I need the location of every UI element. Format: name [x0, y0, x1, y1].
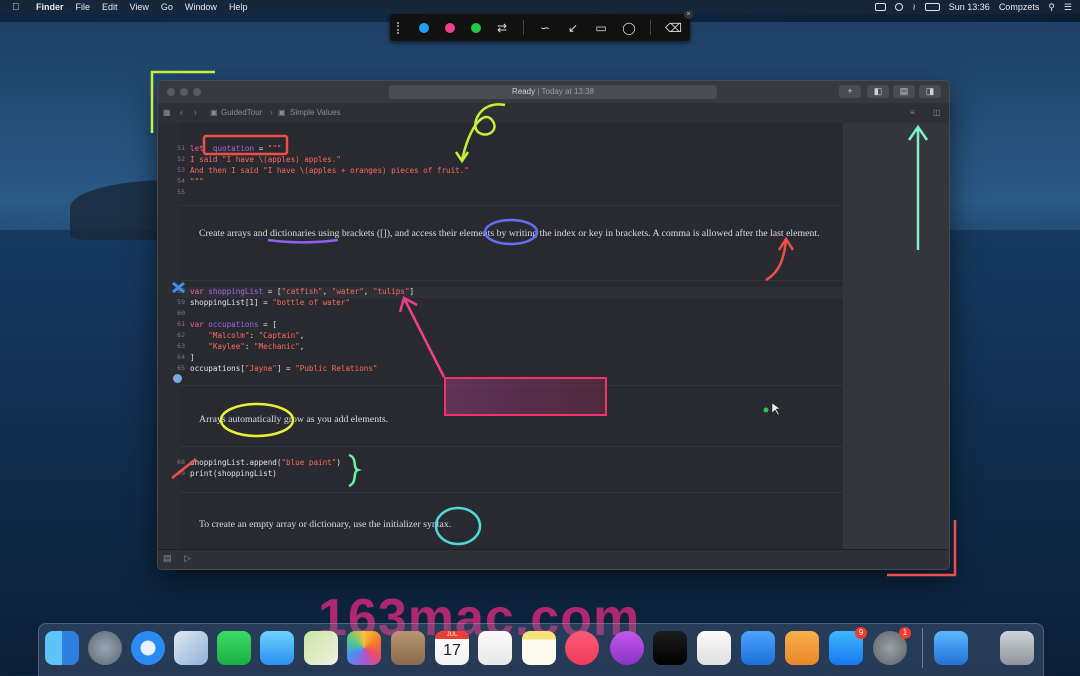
contacts-icon[interactable] — [391, 631, 425, 665]
brace-mark — [348, 453, 362, 488]
safari-icon[interactable] — [131, 631, 165, 665]
calendar-month: JUL — [435, 631, 469, 639]
mail-icon[interactable] — [174, 631, 208, 665]
handwritten-six-mark — [460, 103, 506, 161]
finder-icon[interactable] — [45, 631, 79, 665]
up-arrow-mark — [907, 124, 929, 250]
numbers-icon[interactable] — [697, 631, 731, 665]
maps-icon[interactable] — [304, 631, 338, 665]
circle-mark — [434, 506, 482, 546]
color-dot-mark — [763, 407, 769, 413]
diagonal-arrow-mark — [398, 296, 446, 378]
photos-icon[interactable] — [347, 631, 381, 665]
notification-badge: 1 — [899, 627, 911, 639]
xcode-icon[interactable] — [934, 631, 968, 665]
launchpad-icon[interactable] — [88, 631, 122, 665]
circle-mark — [219, 402, 295, 438]
notes-icon[interactable] — [522, 631, 556, 665]
calendar-icon[interactable]: JUL 17 — [435, 631, 469, 665]
corner-bracket-mark — [150, 70, 215, 133]
facetime-icon[interactable] — [217, 631, 251, 665]
dock-separator — [922, 628, 923, 668]
underline-mark — [267, 238, 339, 244]
annotation-overlay — [150, 70, 957, 577]
highlight-rectangle-mark — [202, 134, 289, 156]
messages-icon[interactable] — [260, 631, 294, 665]
reminders-icon[interactable] — [478, 631, 512, 665]
notification-badge: 9 — [855, 627, 867, 639]
curved-arrow-mark — [765, 236, 795, 282]
keynote-icon[interactable] — [741, 631, 775, 665]
tv-icon[interactable] — [653, 631, 687, 665]
podcasts-icon[interactable] — [610, 631, 644, 665]
corner-bracket-mark — [887, 520, 957, 577]
check-mark — [171, 458, 197, 479]
trash-icon[interactable] — [1000, 631, 1034, 665]
circle-mark — [483, 218, 539, 246]
mouse-cursor-icon — [771, 402, 781, 416]
cross-mark — [172, 281, 185, 294]
calendar-day: 17 — [443, 642, 461, 659]
music-icon[interactable] — [565, 631, 599, 665]
pages-icon[interactable] — [785, 631, 819, 665]
